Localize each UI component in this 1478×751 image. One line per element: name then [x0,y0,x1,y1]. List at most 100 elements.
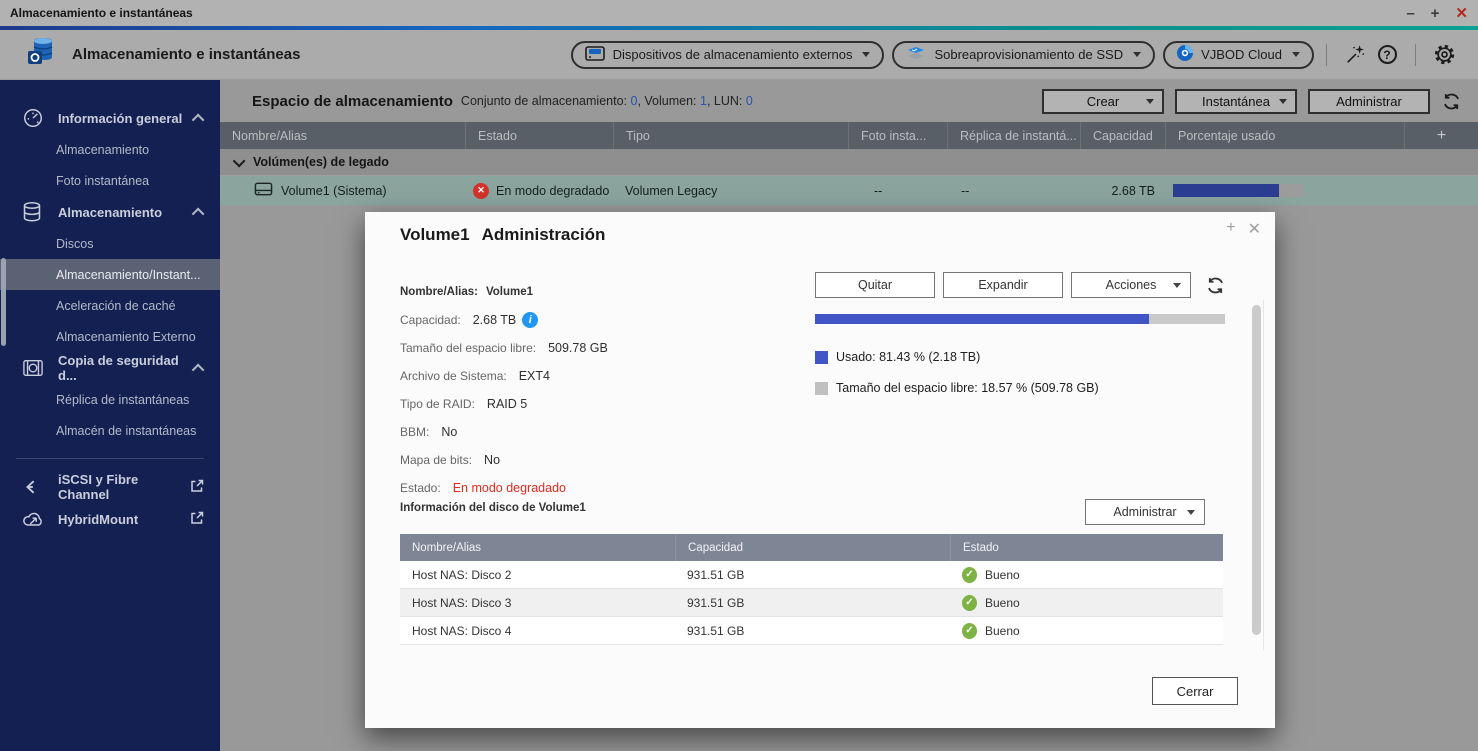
dialog-maximize-icon[interactable]: + [1226,219,1235,239]
wizard-wand-icon[interactable] [1342,42,1368,68]
disk-capacity: 931.51 GB [675,561,950,588]
sidebar-link-iscsi-label: iSCSI y Fibre Channel [58,472,190,502]
column-replica[interactable]: Réplica de instantá... [947,122,1080,149]
dialog-title-volume: Volume1 [400,225,470,245]
vjbod-cloud-icon [1177,45,1193,64]
disk-row-3[interactable]: Host NAS: Disco 3 931.51 GB ✓Bueno [400,589,1223,617]
sidebar-item-aceleracion-cache[interactable]: Aceleración de caché [0,290,220,321]
gauge-icon [22,106,48,130]
sidebar-item-replica-instantaneas[interactable]: Réplica de instantáneas [0,384,220,415]
disk-manage-button[interactable]: Administrar [1085,499,1205,525]
expand-button[interactable]: Expandir [943,272,1063,298]
sidebar-link-hybridmount-label: HybridMount [58,512,190,527]
dialog-close-icon[interactable]: ✕ [1248,219,1261,239]
volume-table-header: Nombre/Alias Estado Tipo Foto insta... R… [220,122,1478,149]
manage-button[interactable]: Administrar [1308,89,1430,114]
help-icon[interactable]: ? [1374,42,1400,68]
sidebar-item-foto-instantanea[interactable]: Foto instantánea [0,165,220,196]
disk-name: Host NAS: Disco 4 [400,617,675,644]
sidebar-item-almacenamiento-overview[interactable]: Almacenamiento [0,134,220,165]
chevron-down-icon [1292,52,1300,57]
sidebar-link-iscsi[interactable]: iSCSI y Fibre Channel [0,471,220,503]
volume-count-value: 1 [700,94,707,108]
field-espacio-libre: Tamaño del espacio libre: 509.78 GB [400,334,790,362]
disk-status: Bueno [985,596,1020,610]
sidebar-scrollbar-thumb[interactable] [1,258,6,346]
sidebar-section-backup[interactable]: Copia de seguridad d... [0,352,220,384]
external-storage-devices-button[interactable]: Dispositivos de almacenamiento externos [571,41,885,69]
actions-button[interactable]: Acciones [1071,272,1191,298]
chevron-down-icon [1146,99,1154,104]
volume-status: En modo degradado [496,184,609,198]
chevron-down-icon [1187,510,1195,515]
column-foto-instantanea[interactable]: Foto insta... [848,122,947,149]
sidebar-item-discos[interactable]: Discos [0,228,220,259]
column-capacidad[interactable]: Capacidad [1080,122,1165,149]
sidebar-section-backup-label: Copia de seguridad d... [58,353,195,383]
disk-capacity: 931.51 GB [675,617,950,644]
external-drive-icon [585,46,605,64]
info-icon[interactable]: i [522,312,538,328]
snapshot-camera-icon [22,356,48,380]
storage-stats: Conjunto de almacenamiento: 0, Volumen: … [461,94,753,108]
sidebar-link-hybridmount[interactable]: HybridMount [0,503,220,535]
header-separator [1326,44,1327,66]
column-estado[interactable]: Estado [465,122,613,149]
volume-capacity: 2.68 TB [1080,176,1165,205]
disk-column-nombre[interactable]: Nombre/Alias [400,534,675,561]
dialog-scrollbar-track [1263,300,1264,650]
disk-name: Host NAS: Disco 2 [400,561,675,588]
external-storage-devices-label: Dispositivos de almacenamiento externos [613,47,853,62]
disk-table: Nombre/Alias Capacidad Estado Host NAS: … [400,534,1223,645]
snapshot-button[interactable]: Instantánea [1175,89,1297,114]
ssd-layers-icon [906,45,926,64]
dialog-title-suffix: Administración [482,225,606,245]
sidebar-item-almacenamiento-externo[interactable]: Almacenamiento Externo [0,321,220,352]
close-dialog-button[interactable]: Cerrar [1152,677,1238,705]
database-icon [22,200,48,224]
app-icon [24,35,60,74]
sidebar: Información general Almacenamiento Foto … [0,80,220,751]
disk-status: Bueno [985,624,1020,638]
sidebar-item-almacen-instantaneas[interactable]: Almacén de instantáneas [0,415,220,446]
disk-row-2[interactable]: Host NAS: Disco 2 931.51 GB ✓Bueno [400,561,1223,589]
dialog-usage-bar-fill [815,314,1149,324]
pool-count-label: Conjunto de almacenamiento: [461,94,627,108]
dialog-refresh-icon[interactable] [1205,275,1226,296]
sidebar-section-overview[interactable]: Información general [0,102,220,134]
column-tipo[interactable]: Tipo [613,122,848,149]
sidebar-item-almacenamiento-instantaneas[interactable]: Almacenamiento/Instant... [0,259,220,290]
vjbod-cloud-button[interactable]: VJBOD Cloud [1163,41,1314,69]
create-button[interactable]: Crear [1042,89,1164,114]
maximize-button[interactable]: + [1431,6,1440,21]
volume-replica: -- [947,176,1080,205]
volume-name: Volume1 (Sistema) [281,184,387,198]
ssd-overprovisioning-button[interactable]: Sobreaprovisionamiento de SSD [892,41,1155,69]
add-column-button[interactable]: + [1404,122,1478,149]
column-porcentaje-usado[interactable]: Porcentaje usado [1165,122,1404,149]
vjbod-cloud-label: VJBOD Cloud [1201,47,1282,62]
chevron-down-icon [1173,283,1181,288]
chevron-down-icon [233,154,246,167]
dialog-scrollbar-thumb[interactable] [1252,305,1261,635]
lun-count-value: 0 [746,94,753,108]
close-button[interactable]: ✕ [1455,6,1468,21]
field-tipo-raid: Tipo de RAID: RAID 5 [400,390,790,418]
remove-button[interactable]: Quitar [815,272,935,298]
refresh-icon[interactable] [1441,91,1462,112]
error-status-icon: ✕ [473,183,489,199]
disk-column-capacidad[interactable]: Capacidad [675,534,950,561]
column-nombre-alias[interactable]: Nombre/Alias [220,122,465,149]
volume1-table-row[interactable]: Volume1 (Sistema) ✕ En modo degradado Vo… [220,176,1478,205]
settings-gear-icon[interactable] [1431,42,1457,68]
minimize-button[interactable]: – [1406,6,1414,21]
external-link-icon [190,511,204,528]
sidebar-section-storage[interactable]: Almacenamiento [0,196,220,228]
disk-row-4[interactable]: Host NAS: Disco 4 931.51 GB ✓Bueno [400,617,1223,645]
storage-snapshots-window: Almacenamiento e instantáneas – + ✕ Alma… [0,0,1478,751]
disk-column-estado[interactable]: Estado [950,534,1223,561]
volume-count-label: Volumen: [644,94,696,108]
sidebar-section-storage-label: Almacenamiento [58,205,195,220]
legacy-volumes-group-row[interactable]: Volúmen(es) de legado [220,149,1478,176]
field-estado: Estado: En modo degradado [400,474,790,502]
